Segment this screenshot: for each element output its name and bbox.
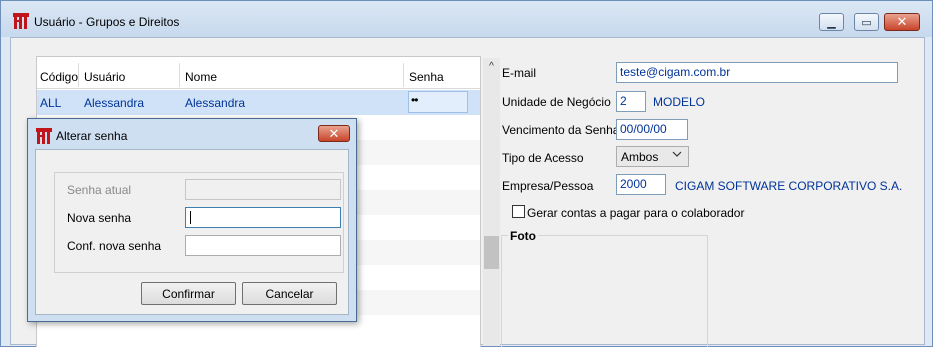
- empresa-name: CIGAM SOFTWARE CORPORATIVO S.A.: [675, 179, 903, 193]
- app-logo-icon: [36, 128, 52, 144]
- empresa-code-field[interactable]: 2000: [616, 174, 666, 195]
- text-caret: [190, 211, 191, 224]
- vencimento-label: Vencimento da Senha: [502, 123, 620, 137]
- grid-vertical-scrollbar[interactable]: ^: [483, 58, 500, 346]
- nova-senha-label: Nova senha: [67, 211, 132, 225]
- title-bar[interactable]: Usuário - Grupos e Direitos ▁ ▭ ✕: [1, 1, 932, 37]
- close-icon: ✕: [896, 14, 908, 29]
- column-separator[interactable]: [78, 63, 79, 87]
- conf-nova-senha-label: Conf. nova senha: [67, 239, 162, 253]
- minimize-button[interactable]: ▁: [819, 13, 844, 31]
- cell-usuario: Alessandra: [84, 96, 145, 110]
- dropdown-chevron-icon: [672, 150, 682, 161]
- gerar-contas-checkbox[interactable]: [512, 205, 525, 218]
- table-row[interactable]: ALL Alessandra Alessandra ••: [37, 90, 480, 115]
- unidade-code-field[interactable]: 2: [616, 91, 646, 112]
- email-field[interactable]: teste@cigam.com.br: [616, 62, 898, 83]
- tipo-acesso-select[interactable]: Ambos: [616, 146, 689, 167]
- cell-codigo: ALL: [40, 96, 62, 110]
- scroll-thumb[interactable]: [484, 236, 499, 269]
- scroll-up-icon[interactable]: ^: [483, 58, 500, 75]
- column-separator[interactable]: [403, 63, 404, 87]
- maximize-button[interactable]: ▭: [854, 13, 879, 31]
- confirm-button[interactable]: Confirmar: [141, 282, 236, 305]
- empresa-label: Empresa/Pessoa: [502, 179, 594, 193]
- minimize-icon: ▁: [827, 16, 836, 29]
- app-logo-icon: [13, 13, 29, 29]
- conf-nova-senha-field[interactable]: [185, 235, 341, 256]
- unidade-name: MODELO: [653, 95, 706, 109]
- foto-group-title: Foto: [508, 229, 538, 243]
- cancel-button[interactable]: Cancelar: [242, 282, 337, 305]
- window-title: Usuário - Grupos e Direitos: [34, 15, 180, 29]
- foto-groupbox: [501, 235, 708, 347]
- alterar-senha-dialog: Alterar senha ✕ Senha atual Nova senha C…: [27, 118, 357, 322]
- grid-header: Código Usuário Nome Senha: [37, 57, 480, 89]
- dialog-title: Alterar senha: [56, 129, 128, 143]
- email-label: E-mail: [502, 66, 537, 80]
- column-header-nome[interactable]: Nome: [185, 70, 217, 84]
- close-icon: ✕: [328, 125, 340, 141]
- column-header-usuario[interactable]: Usuário: [84, 70, 125, 84]
- senha-atual-label: Senha atual: [67, 183, 132, 197]
- senha-atual-field: [185, 179, 341, 200]
- password-groupbox: Senha atual Nova senha Conf. nova senha: [54, 172, 344, 273]
- column-header-senha[interactable]: Senha: [409, 70, 444, 84]
- tipo-acesso-value: Ambos: [621, 150, 659, 164]
- unidade-label: Unidade de Negócio: [502, 95, 611, 109]
- column-separator[interactable]: [179, 63, 180, 87]
- nova-senha-field[interactable]: [185, 207, 341, 228]
- cell-nome: Alessandra: [185, 96, 246, 110]
- close-button[interactable]: ✕: [884, 13, 920, 31]
- tipo-acesso-label: Tipo de Acesso: [502, 151, 584, 165]
- gerar-contas-label[interactable]: Gerar contas a pagar para o colaborador: [527, 206, 744, 220]
- vencimento-field[interactable]: 00/00/00: [616, 119, 688, 140]
- dialog-close-button[interactable]: ✕: [318, 125, 350, 142]
- cell-senha[interactable]: ••: [408, 91, 468, 113]
- maximize-icon: ▭: [861, 16, 872, 29]
- column-header-codigo[interactable]: Código: [40, 70, 78, 84]
